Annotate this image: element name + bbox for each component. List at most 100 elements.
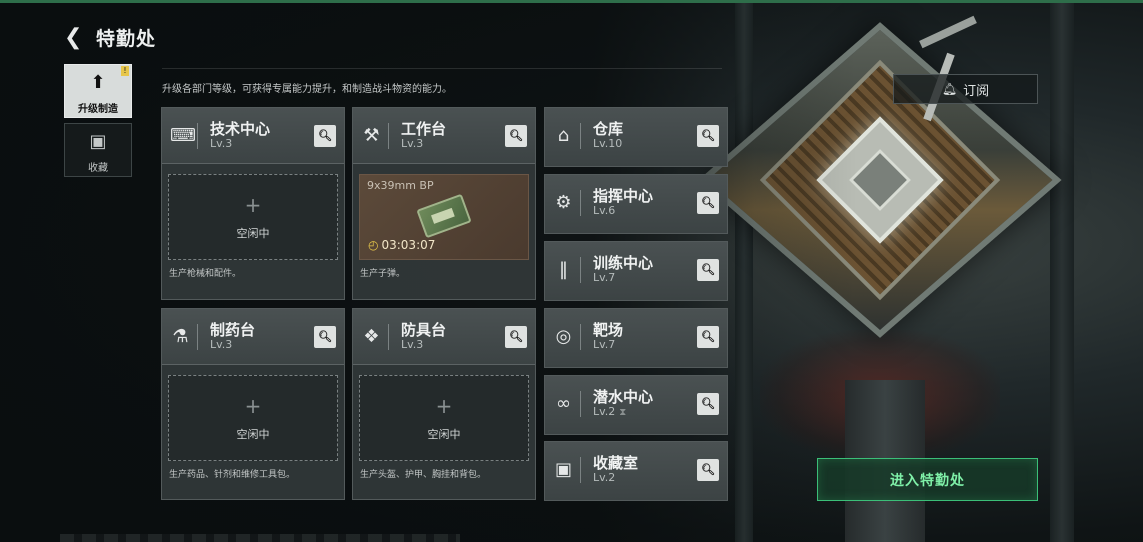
tab-label: 升级制造: [78, 104, 118, 115]
workshop-card-pharmacy[interactable]: ⚗ 制药台 Lv.3 🔍︎ + 空闲中 生产药品、针剂和维修工具包。: [161, 308, 345, 500]
bottom-status-strip: [60, 534, 460, 542]
workshop-card-workbench[interactable]: ⚒ 工作台 Lv.3 🔍︎ 9x39mm BP ◴ 03:03:07 生产子弹。: [352, 107, 536, 300]
facility-level: Lv.7: [593, 271, 616, 284]
timer-icon: ◴: [368, 238, 379, 252]
search-icon: 🔍︎: [701, 263, 715, 276]
tab-upgrade-craft[interactable]: ! ⬆ 升级制造: [64, 64, 132, 118]
search-button[interactable]: 🔍︎: [697, 192, 719, 214]
facility-level: Lv.2: [593, 471, 616, 484]
tech-center-icon: ⌨: [170, 123, 198, 149]
crafting-timer: ◴ 03:03:07: [368, 238, 435, 252]
ammo-box-icon: [416, 193, 472, 239]
facility-card-command-center[interactable]: ⚙ 指挥中心 Lv.6 🔍︎: [544, 174, 728, 234]
search-icon: 🔍︎: [509, 129, 523, 142]
workshop-name: 技术中心: [210, 120, 271, 138]
facility-name: 仓库: [593, 120, 624, 138]
facility-name: 靶场: [593, 321, 624, 339]
search-icon: 🔍︎: [318, 330, 332, 343]
target-icon: ◎: [553, 324, 581, 350]
facility-card-training-center[interactable]: ‖ 训练中心 Lv.7 🔍︎: [544, 241, 728, 301]
command-center-icon: ⚙: [553, 190, 581, 216]
armor-icon: ❖: [361, 324, 389, 350]
search-button[interactable]: 🔍︎: [314, 326, 336, 348]
search-button[interactable]: 🔍︎: [505, 326, 527, 348]
workshop-level: Lv.3: [401, 137, 424, 150]
back-arrow-icon[interactable]: ❮: [64, 26, 86, 49]
facility-card-diving-center[interactable]: ∞ 潜水中心 Lv.2 ⧗ 🔍︎: [544, 375, 728, 435]
timer-value: 03:03:07: [381, 238, 436, 252]
plus-icon: +: [435, 394, 453, 418]
page-description: 升级各部门等级，可获得专属能力提升，和制造战斗物资的能力。: [162, 84, 452, 95]
search-icon: 🔍︎: [701, 463, 715, 476]
crafting-slot[interactable]: 9x39mm BP ◴ 03:03:07: [359, 174, 529, 260]
workshop-name: 防具台: [401, 321, 447, 339]
card-header: ▣ 收藏室 Lv.2 🔍︎: [545, 442, 727, 500]
workshop-level: Lv.3: [210, 137, 233, 150]
subscribe-button[interactable]: 🔔︎ 订阅: [893, 74, 1038, 104]
search-button[interactable]: 🔍︎: [697, 326, 719, 348]
search-button[interactable]: 🔍︎: [697, 259, 719, 281]
search-icon: 🔍︎: [701, 330, 715, 343]
search-button[interactable]: 🔍︎: [697, 393, 719, 415]
search-button[interactable]: 🔍︎: [505, 125, 527, 147]
facility-name: 潜水中心: [593, 388, 654, 406]
header-divider: [162, 68, 722, 69]
workshop-name: 制药台: [210, 321, 256, 339]
pharmacy-icon: ⚗: [170, 324, 198, 350]
card-header: ◎ 靶场 Lv.7 🔍︎: [545, 309, 727, 367]
production-slot[interactable]: + 空闲中: [168, 375, 338, 461]
tools-icon: ⚒: [361, 123, 389, 149]
top-accent-line: [0, 0, 1143, 3]
search-icon: 🔍︎: [701, 129, 715, 142]
workshop-note: 生产子弹。: [360, 269, 406, 279]
plus-icon: +: [244, 193, 262, 217]
facility-card-warehouse[interactable]: ⌂ 仓库 Lv.10 🔍︎: [544, 107, 728, 167]
workshop-note: 生产药品、针剂和维修工具包。: [169, 470, 296, 480]
card-header: ⚒ 工作台 Lv.3 🔍︎: [353, 108, 535, 164]
production-slot[interactable]: + 空闲中: [359, 375, 529, 461]
enter-special-ops-button[interactable]: 进入特勤处: [817, 458, 1038, 501]
facility-level: Lv.10: [593, 137, 623, 150]
card-header: ⌨ 技术中心 Lv.3 🔍︎: [162, 108, 344, 164]
warehouse-icon: ⌂: [553, 123, 581, 149]
dumbbell-icon: ‖: [553, 257, 581, 283]
page-title: 特勤处: [96, 28, 157, 50]
tab-collection[interactable]: ▣ 收藏: [64, 123, 132, 177]
hourglass-icon: ⧗: [619, 407, 627, 418]
diving-mask-icon: ∞: [553, 391, 581, 417]
page-header: ❮ 特勤处: [64, 24, 156, 51]
search-icon: 🔍︎: [509, 330, 523, 343]
workshop-note: 生产枪械和配件。: [169, 269, 242, 279]
production-slot[interactable]: + 空闲中: [168, 174, 338, 260]
facility-name: 训练中心: [593, 254, 654, 272]
notification-badge: !: [121, 66, 129, 76]
workshop-card-armor[interactable]: ❖ 防具台 Lv.3 🔍︎ + 空闲中 生产头盔、护甲、胸挂和背包。: [352, 308, 536, 500]
search-button[interactable]: 🔍︎: [697, 459, 719, 481]
card-header: ⚙ 指挥中心 Lv.6 🔍︎: [545, 175, 727, 233]
workshop-card-tech-center[interactable]: ⌨ 技术中心 Lv.3 🔍︎ + 空闲中 生产枪械和配件。: [161, 107, 345, 300]
facility-level: Lv.6: [593, 204, 616, 217]
search-button[interactable]: 🔍︎: [314, 125, 336, 147]
subscribe-label: 订阅: [963, 83, 990, 99]
facility-name: 收藏室: [593, 454, 639, 472]
card-header: ∞ 潜水中心 Lv.2 ⧗ 🔍︎: [545, 376, 727, 434]
slot-status: 空闲中: [236, 227, 270, 240]
workshop-note: 生产头盔、护甲、胸挂和背包。: [360, 470, 487, 480]
upgrade-icon: ⬆: [90, 72, 106, 93]
plus-icon: +: [244, 394, 262, 418]
enter-button-label: 进入特勤处: [890, 472, 965, 489]
workshop-level: Lv.3: [401, 338, 424, 351]
collection-icon: ▣: [89, 131, 107, 152]
facility-level: Lv.2 ⧗: [593, 405, 626, 418]
workshop-name: 工作台: [401, 120, 447, 138]
slot-status: 空闲中: [236, 428, 270, 441]
facility-card-collection-room[interactable]: ▣ 收藏室 Lv.2 🔍︎: [544, 441, 728, 501]
search-icon: 🔍︎: [701, 196, 715, 209]
facility-level: Lv.7: [593, 338, 616, 351]
crafting-item-name: 9x39mm BP: [367, 179, 434, 192]
facility-card-shooting-range[interactable]: ◎ 靶场 Lv.7 🔍︎: [544, 308, 728, 368]
card-header: ❖ 防具台 Lv.3 🔍︎: [353, 309, 535, 365]
card-header: ‖ 训练中心 Lv.7 🔍︎: [545, 242, 727, 300]
bell-icon: 🔔︎: [941, 82, 958, 96]
search-button[interactable]: 🔍︎: [697, 125, 719, 147]
